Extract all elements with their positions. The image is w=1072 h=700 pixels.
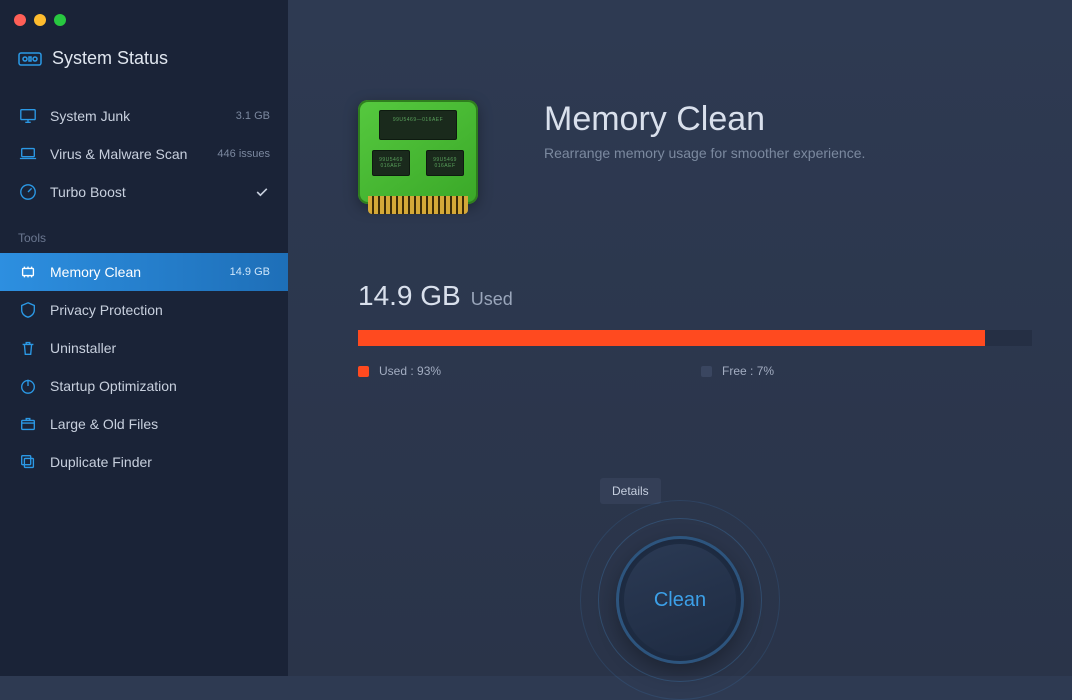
sidebar-item-label: Virus & Malware Scan [50,146,205,162]
sidebar-item-label: Uninstaller [50,340,270,356]
sidebar-item-meta: 446 issues [217,148,270,160]
sidebar-item-duplicate-finder[interactable]: Duplicate Finder [0,443,288,481]
monitor-icon [18,107,38,125]
ram-chip-icon: 99U5469—016AEF 99U5469 016AEF 99U5469 01… [358,100,488,220]
page-subtitle: Rearrange memory usage for smoother expe… [544,145,865,161]
memory-progress-bar [358,330,1032,346]
free-swatch-icon [701,366,712,377]
trash-icon [18,339,38,357]
page-title: Memory Clean [544,100,865,139]
gauge-icon [18,183,38,201]
sidebar-item-large-old-files[interactable]: Large & Old Files [0,405,288,443]
power-icon [18,377,38,395]
usage-amount: 14.9 GB Used [358,280,1032,312]
sidebar-item-startup-optimization[interactable]: Startup Optimization [0,367,288,405]
legend-free-text: Free : 7% [722,364,774,378]
legend-used: Used : 93% [358,364,441,378]
laptop-icon [18,145,38,163]
sidebar-item-label: Startup Optimization [50,378,270,394]
usage-panel: 14.9 GB Used Used : 93% Free : 7% [358,280,1032,378]
hero-section: 99U5469—016AEF 99U5469 016AEF 99U5469 01… [288,0,1072,230]
sidebar-item-virus-scan[interactable]: Virus & Malware Scan 446 issues [0,135,288,173]
sidebar-item-label: Privacy Protection [50,302,270,318]
sidebar-item-privacy-protection[interactable]: Privacy Protection [0,291,288,329]
sidebar-item-meta: 3.1 GB [236,110,270,122]
clean-button[interactable]: Clean [624,544,736,656]
sidebar-item-label: Turbo Boost [50,184,242,200]
usage-label: Used [471,289,513,310]
sidebar-item-memory-clean[interactable]: Memory Clean 14.9 GB [0,253,288,291]
copies-icon [18,453,38,471]
shield-icon [18,301,38,319]
sidebar-item-label: Memory Clean [50,264,218,280]
used-swatch-icon [358,366,369,377]
check-icon [254,184,270,200]
main-content: 99U5469—016AEF 99U5469 016AEF 99U5469 01… [288,0,1072,676]
usage-value: 14.9 GB [358,280,461,312]
maximize-window-button[interactable] [54,14,66,26]
sidebar-item-meta: 14.9 GB [230,266,270,278]
window-controls [0,0,288,26]
sidebar-item-system-junk[interactable]: System Junk 3.1 GB [0,97,288,135]
clean-button-wrap: Clean [580,500,780,700]
chip-icon [18,263,38,281]
minimize-window-button[interactable] [34,14,46,26]
usage-legend: Used : 93% Free : 7% [358,364,1032,378]
sidebar-item-label: Duplicate Finder [50,454,270,470]
sidebar-item-uninstaller[interactable]: Uninstaller [0,329,288,367]
sidebar-header-label: System Status [52,48,168,69]
sidebar-item-label: Large & Old Files [50,416,270,432]
sidebar-item-turbo-boost[interactable]: Turbo Boost [0,173,288,211]
memory-progress-fill [358,330,985,346]
box-icon [18,415,38,433]
tools-section-header: Tools [0,211,288,253]
close-window-button[interactable] [14,14,26,26]
sidebar: System Status System Junk 3.1 GB Virus &… [0,0,288,676]
legend-used-text: Used : 93% [379,364,441,378]
sidebar-header[interactable]: System Status [0,26,288,97]
system-status-icon [18,50,42,68]
legend-free: Free : 7% [701,364,774,378]
sidebar-item-label: System Junk [50,108,224,124]
